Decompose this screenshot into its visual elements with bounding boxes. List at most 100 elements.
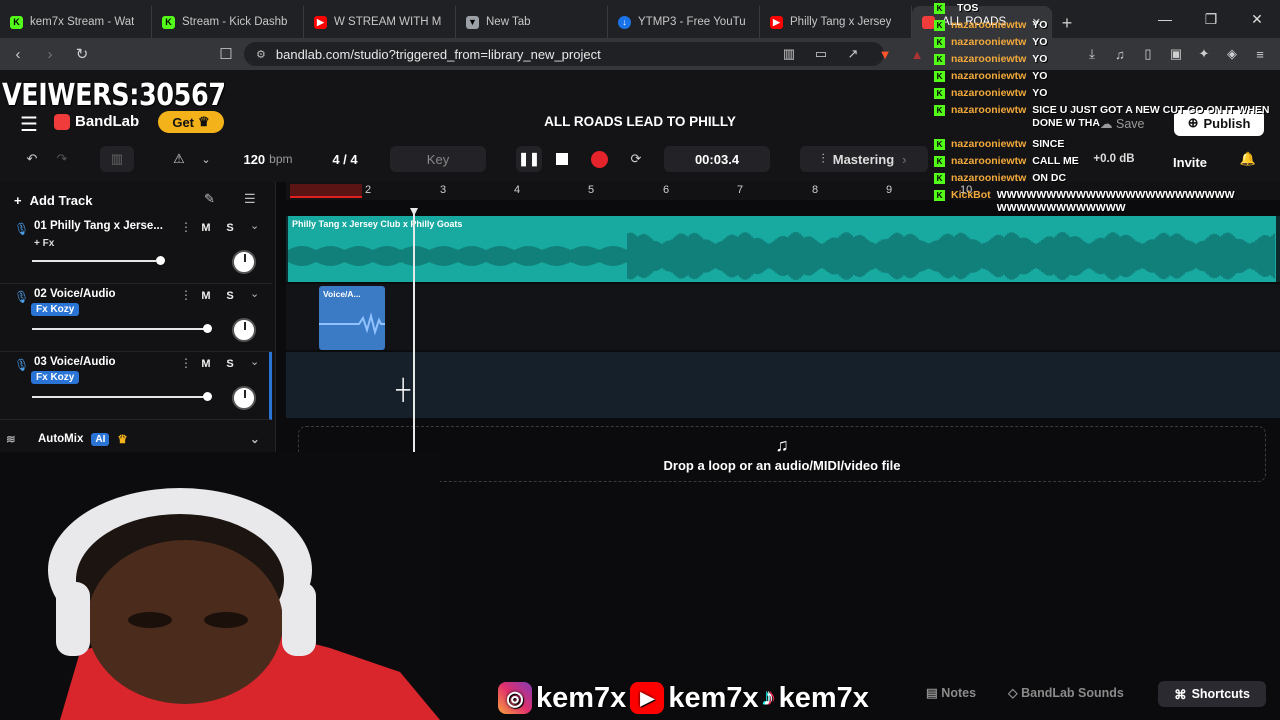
bar-number: 5 [588, 184, 595, 196]
notes-button[interactable]: ▤ Notes [926, 685, 976, 700]
pause-button[interactable]: ❚❚ [516, 146, 542, 172]
track-name[interactable]: 01 Philly Tang x Jerse... [34, 220, 170, 232]
track-row-selected[interactable]: 🎙 03 Voice/Audio Fx Kozy ⋮ M S ⌄ [0, 352, 272, 420]
bar-number: 2 [365, 184, 372, 196]
browser-tab[interactable]: ▶ Philly Tang x Jersey [760, 6, 912, 38]
fx-chip[interactable]: Fx Kozy [31, 371, 80, 384]
loop-icon[interactable]: ⟳ [626, 146, 646, 172]
more-options-icon[interactable]: ⋮ [180, 288, 192, 302]
audio-clip[interactable]: Philly Tang x Jersey Club x Philly Goats [288, 216, 1276, 282]
instagram-handle: kem7x [536, 681, 627, 714]
track-lane-selected[interactable] [286, 352, 1280, 418]
rewards-icon[interactable]: ▲ [908, 47, 926, 62]
bookmark-icon[interactable]: ☐ [212, 40, 240, 68]
mute-button[interactable]: M [197, 219, 215, 237]
mastering-button[interactable]: ⫶ Mastering › [800, 146, 928, 172]
chevron-down-icon[interactable]: ⌄ [250, 355, 259, 368]
chevron-down-icon[interactable]: ⌄ [250, 432, 260, 446]
chat-text: YO [1032, 53, 1048, 65]
stop-button[interactable] [552, 146, 572, 172]
more-options-icon[interactable]: ⋮ [180, 356, 192, 370]
redo-icon[interactable]: ↷ [52, 146, 72, 172]
cast-icon[interactable]: ▭ [812, 46, 830, 62]
record-button[interactable] [589, 146, 609, 172]
kick-icon: K [934, 54, 945, 65]
fx-button[interactable]: + Fx [34, 238, 54, 249]
mute-button[interactable]: M [197, 355, 215, 373]
chat-message: K KickBot WWWWWWWWWWWWWWWWWWWWWWWWWWWWWWWW… [934, 189, 1237, 215]
site-info-icon[interactable]: ⚙ [256, 48, 266, 61]
chevron-down-icon[interactable]: ⌄ [250, 287, 259, 300]
add-track-button[interactable]: + Add Track [14, 189, 92, 211]
volume-slider-thumb[interactable] [203, 392, 212, 401]
forward-icon[interactable]: › [36, 40, 64, 68]
chat-text: YO [1032, 19, 1048, 31]
brave-shield-icon[interactable]: ▼ [876, 47, 894, 62]
get-membership-button[interactable]: Get ♛ [158, 111, 224, 133]
pan-knob[interactable] [232, 250, 256, 274]
time-signature[interactable]: 4 / 4 [320, 146, 370, 172]
project-title[interactable]: ALL ROADS LEAD TO PHILLY [500, 114, 780, 129]
pan-knob[interactable] [232, 318, 256, 342]
time-display: 00:03.4 [664, 146, 770, 172]
bandlab-sounds-button[interactable]: ◇ BandLab Sounds [1008, 685, 1124, 700]
filter-settings-icon[interactable]: ☰ [244, 191, 256, 207]
chat-text: SINCE [1032, 138, 1065, 150]
track-name[interactable]: 03 Voice/Audio [34, 356, 170, 368]
track-row[interactable]: 🎙 02 Voice/Audio Fx Kozy ⋮ M S ⌄ [0, 284, 272, 352]
streamer-webcam-image [0, 452, 440, 720]
shortcuts-button[interactable]: ⌘ Shortcuts [1158, 681, 1266, 707]
solo-button[interactable]: S [221, 287, 239, 305]
volume-slider-thumb[interactable] [156, 256, 165, 265]
chat-username: nazarooniewtw [951, 70, 1027, 82]
browser-tab[interactable]: ▶ W STREAM WITH M [304, 6, 456, 38]
chat-text: YO [1032, 70, 1048, 82]
pencil-tool-icon[interactable]: ✎ [204, 191, 215, 207]
sounds-label: BandLab Sounds [1021, 686, 1124, 700]
bandlab-logo-icon [54, 113, 70, 130]
automix-row[interactable]: ≋ AutoMix AI ♛ ⌄ [0, 426, 272, 452]
volume-slider[interactable] [32, 328, 208, 330]
playhead-handle[interactable] [410, 208, 418, 216]
solo-button[interactable]: S [221, 219, 239, 237]
more-options-icon[interactable]: ⋮ [180, 220, 192, 234]
bandlab-logo[interactable]: BandLab [54, 113, 139, 130]
chevron-down-icon[interactable]: ⌄ [250, 219, 259, 232]
volume-slider-thumb[interactable] [203, 324, 212, 333]
chevron-down-icon[interactable]: ⌄ [198, 146, 214, 172]
mastering-label: Mastering [832, 151, 895, 167]
reload-icon[interactable]: ↻ [68, 40, 96, 68]
kick-icon: K [934, 139, 945, 150]
undo-icon[interactable]: ↶ [22, 146, 42, 172]
track-row[interactable]: 🎙 01 Philly Tang x Jerse... + Fx ⋮ M S ⌄ [0, 216, 272, 284]
solo-button[interactable]: S [221, 355, 239, 373]
browser-tab[interactable]: Kkem7x Stream - Wat [0, 6, 152, 38]
audio-clip[interactable]: Voice/A... [319, 286, 385, 350]
track-lane[interactable] [286, 284, 1280, 350]
bpm-unit: bpm [269, 152, 293, 166]
metronome-icon[interactable]: ⚠ [170, 146, 188, 172]
volume-slider[interactable] [32, 396, 208, 398]
browser-tab[interactable]: K Stream - Kick Dashb [152, 6, 304, 38]
automix-icon: ≋ [6, 434, 16, 446]
track-name[interactable]: 02 Voice/Audio [34, 288, 170, 300]
volume-slider[interactable] [32, 260, 156, 262]
loop-region[interactable] [290, 184, 362, 198]
share-icon[interactable]: ↗ [844, 46, 862, 62]
browser-tab[interactable]: ↓ YTMP3 - Free YouTu [608, 6, 760, 38]
tab-title: Philly Tang x Jersey [790, 16, 892, 28]
key-button[interactable]: Key [390, 146, 486, 172]
fx-chip[interactable]: Fx Kozy [31, 303, 80, 316]
hamburger-menu-icon[interactable]: ☰ [20, 112, 38, 137]
reader-icon[interactable]: ▥ [780, 46, 798, 62]
piano-icon[interactable]: ▥ [100, 146, 134, 172]
notes-label: Notes [941, 686, 977, 700]
bpm-display[interactable]: 120 bpm [236, 146, 300, 172]
browser-tab[interactable]: ▼ New Tab [456, 6, 608, 38]
crown-icon: ♛ [198, 114, 210, 129]
drop-zone[interactable]: ♫ Drop a loop or an audio/MIDI/video fil… [298, 426, 1266, 482]
mute-button[interactable]: M [197, 287, 215, 305]
pan-knob[interactable] [232, 386, 256, 410]
back-icon[interactable]: ‹ [4, 40, 32, 68]
sounds-icon: ◇ [1008, 686, 1022, 700]
